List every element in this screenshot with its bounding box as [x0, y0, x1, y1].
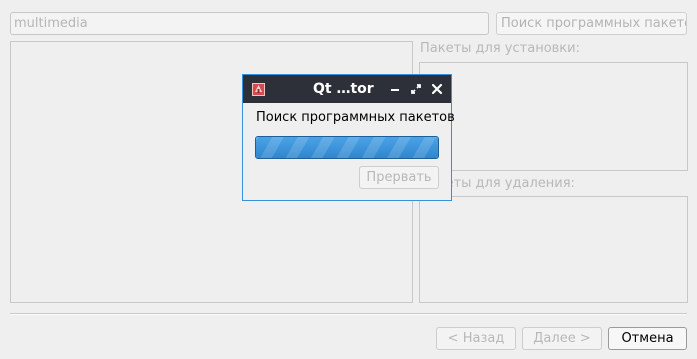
install-packages-label: Пакеты для установки: [420, 41, 580, 56]
search-progress-bar [255, 136, 439, 159]
progress-bar-fill [256, 137, 438, 158]
package-search-input[interactable]: multimedia [10, 12, 489, 35]
install-packages-list[interactable] [419, 62, 688, 171]
maximize-icon[interactable] [409, 82, 423, 96]
progress-message: Поиск программных пакетов [256, 110, 455, 125]
abort-button[interactable]: Прервать [359, 166, 439, 189]
search-packages-button[interactable]: Поиск программных пакетов [496, 12, 687, 35]
back-button[interactable]: < Назад [436, 327, 516, 350]
dialog-titlebar[interactable]: Qt …tor [243, 75, 451, 103]
app-icon [252, 83, 265, 96]
close-icon[interactable] [430, 82, 444, 96]
search-progress-dialog: Qt …tor Поиск программных пакетов Прерва… [242, 74, 455, 201]
next-button[interactable]: Далее > [522, 327, 602, 350]
minimize-icon[interactable] [388, 82, 402, 96]
cancel-button[interactable]: Отмена [608, 327, 687, 350]
remove-packages-list[interactable] [419, 196, 688, 303]
button-divider [10, 313, 687, 315]
dialog-title: Qt …tor [313, 81, 374, 97]
